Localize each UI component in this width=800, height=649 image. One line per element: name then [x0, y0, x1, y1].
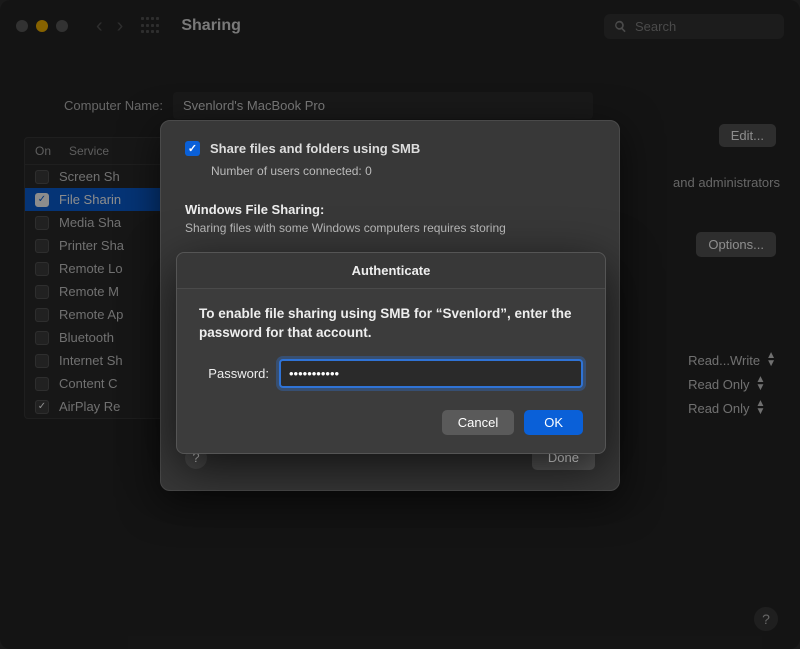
- search-placeholder: Search: [635, 19, 676, 34]
- titlebar: ‹ › Sharing Search: [0, 0, 800, 52]
- password-label: Password:: [199, 366, 269, 381]
- password-input[interactable]: [279, 359, 583, 388]
- checkbox[interactable]: [35, 262, 49, 276]
- updown-icon: ▲▼: [766, 352, 776, 368]
- checkbox[interactable]: [35, 285, 49, 299]
- computer-name-label: Computer Name:: [64, 98, 163, 113]
- auth-buttons: Cancel OK: [177, 388, 605, 435]
- zoom-button[interactable]: [56, 20, 68, 32]
- checkbox[interactable]: ✓: [35, 193, 49, 207]
- checkbox[interactable]: [35, 354, 49, 368]
- checkbox[interactable]: [35, 377, 49, 391]
- header-service: Service: [69, 144, 109, 158]
- minimize-button[interactable]: [36, 20, 48, 32]
- header-on: On: [35, 144, 69, 158]
- close-button[interactable]: [16, 20, 28, 32]
- wfs-title: Windows File Sharing:: [185, 202, 595, 217]
- back-button[interactable]: ‹: [96, 15, 103, 38]
- updown-icon: ▲▼: [756, 376, 766, 392]
- users-connected: Number of users connected: 0: [211, 164, 595, 178]
- checkbox[interactable]: [35, 170, 49, 184]
- checkbox[interactable]: [35, 308, 49, 322]
- permissions-list: Read...Write▲▼ Read Only▲▼ Read Only▲▼: [688, 352, 776, 416]
- perm-row[interactable]: Read Only▲▼: [688, 400, 776, 416]
- cancel-button[interactable]: Cancel: [442, 410, 514, 435]
- perm-row[interactable]: Read Only▲▼: [688, 376, 776, 392]
- nav-arrows: ‹ ›: [96, 15, 123, 38]
- options-button[interactable]: Options...: [696, 232, 776, 257]
- preferences-window: ‹ › Sharing Search Computer Name: Edit..…: [0, 0, 800, 649]
- ok-button[interactable]: OK: [524, 410, 583, 435]
- checkbox-icon[interactable]: ✓: [185, 141, 200, 156]
- search-field[interactable]: Search: [604, 14, 784, 39]
- authenticate-dialog: Authenticate To enable file sharing usin…: [176, 252, 606, 454]
- search-icon: [614, 20, 627, 33]
- smb-label: Share files and folders using SMB: [210, 141, 420, 156]
- wfs-desc: Sharing files with some Windows computer…: [185, 221, 595, 235]
- window-title: Sharing: [181, 17, 241, 35]
- updown-icon: ▲▼: [756, 400, 766, 416]
- detail-desc-tail: and administrators: [673, 173, 780, 193]
- checkbox[interactable]: [35, 331, 49, 345]
- checkbox[interactable]: [35, 239, 49, 253]
- computer-name-input[interactable]: [173, 92, 593, 119]
- auth-title: Authenticate: [177, 253, 605, 289]
- computer-name-row: Computer Name:: [64, 92, 776, 119]
- perm-row[interactable]: Read...Write▲▼: [688, 352, 776, 368]
- password-row: Password:: [177, 347, 605, 388]
- traffic-lights: [16, 20, 68, 32]
- smb-checkbox-row[interactable]: ✓ Share files and folders using SMB: [185, 141, 595, 156]
- forward-button[interactable]: ›: [117, 15, 124, 38]
- auth-message: To enable file sharing using SMB for “Sv…: [177, 289, 605, 347]
- checkbox[interactable]: [35, 216, 49, 230]
- checkbox[interactable]: ✓: [35, 400, 49, 414]
- help-button[interactable]: ?: [754, 607, 778, 631]
- show-all-icon[interactable]: [141, 17, 159, 35]
